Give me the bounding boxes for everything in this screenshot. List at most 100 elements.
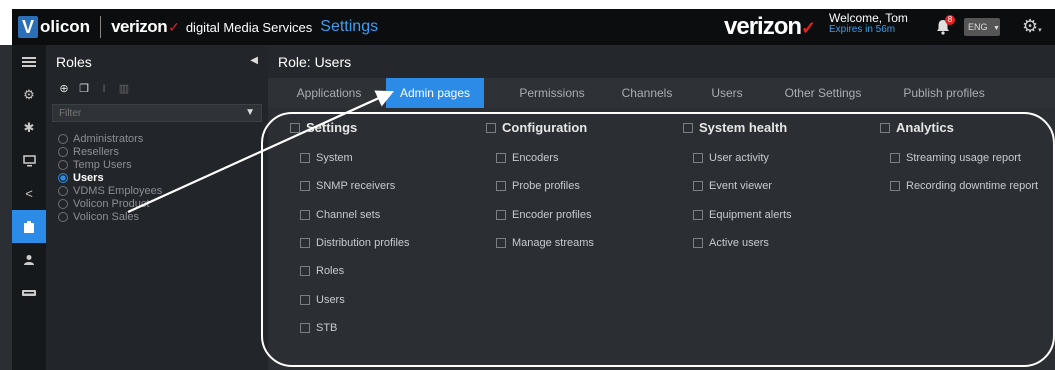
checkbox[interactable] [496, 209, 506, 220]
rail-card-button[interactable] [12, 276, 46, 309]
role-item[interactable]: Volicon Sales [58, 210, 268, 223]
checkbox[interactable] [300, 294, 310, 305]
checkbox[interactable] [693, 237, 703, 248]
group-checkbox-configuration[interactable]: Configuration [486, 120, 587, 135]
tab-permissions[interactable]: Permissions [504, 78, 600, 108]
role-item[interactable]: Resellers [58, 145, 268, 158]
permission-label: Channel sets [316, 208, 381, 221]
roles-title: Roles [56, 53, 92, 70]
permission-checkbox[interactable]: System [300, 152, 353, 164]
verizon-big-check-icon: ✓ [801, 18, 816, 38]
checkbox[interactable] [300, 209, 310, 220]
admin-pages-content: Settings System SNMP receivers Channel sets… [268, 108, 1055, 370]
verizon-brand-big: verizon [724, 13, 802, 40]
checkbox[interactable] [890, 153, 900, 163]
tab-publish-profiles[interactable]: Publish profiles [888, 78, 1000, 108]
permission-checkbox[interactable]: Encoders [496, 152, 558, 164]
icon-rail: ⚙ ✱ < [12, 45, 46, 370]
checkbox[interactable] [496, 237, 506, 248]
role-radio[interactable] [58, 172, 68, 183]
rail-share-button[interactable]: < [12, 177, 46, 210]
permission-checkbox[interactable]: Manage streams [496, 237, 594, 249]
role-radio[interactable] [58, 198, 68, 209]
funnel-icon[interactable]: ▼ [245, 107, 255, 118]
checkbox[interactable] [693, 181, 703, 192]
checkbox[interactable] [300, 266, 310, 277]
checkbox[interactable] [693, 153, 703, 163]
role-radio[interactable] [58, 159, 68, 170]
group-checkbox-analytics[interactable]: Analytics [880, 120, 954, 135]
copy-role-button[interactable]: ❐ [76, 82, 92, 96]
filter-input[interactable]: Filter ▼ [52, 104, 262, 122]
role-item[interactable]: Administrators [58, 132, 268, 145]
role-radio[interactable] [58, 211, 68, 222]
permission-checkbox[interactable]: Distribution profiles [300, 237, 410, 249]
permission-checkbox[interactable]: STB [300, 322, 337, 334]
collapse-panel-icon[interactable]: ◀ [250, 55, 258, 66]
checkbox[interactable] [300, 153, 310, 163]
permission-label: Roles [316, 265, 345, 278]
tab-applications[interactable]: Applications [284, 78, 374, 108]
tab-channels[interactable]: Channels [610, 78, 684, 108]
add-role-button[interactable]: ⊕ [56, 82, 72, 96]
delete-role-button[interactable]: ▥ [116, 82, 132, 96]
checkbox[interactable] [496, 153, 506, 163]
permission-checkbox[interactable]: Recording downtime report [890, 180, 1038, 192]
roles-panel: Roles ◀ ⊕ ❐ I ▥ Filter ▼ Administrators R… [46, 45, 268, 370]
tab-users[interactable]: Users [700, 78, 754, 108]
checkbox[interactable] [890, 181, 900, 192]
header-divider [100, 16, 102, 38]
checkbox[interactable] [290, 122, 300, 133]
checkbox[interactable] [693, 209, 703, 220]
menu-toggle-button[interactable] [12, 45, 46, 78]
checkbox[interactable] [300, 322, 310, 333]
role-item[interactable]: Users [58, 171, 268, 184]
role-radio[interactable] [58, 133, 68, 144]
permission-checkbox[interactable]: User activity [693, 152, 769, 164]
checkbox[interactable] [300, 237, 310, 248]
role-radio[interactable] [58, 185, 68, 196]
permission-checkbox[interactable]: Users [300, 294, 345, 306]
group-checkbox-system-health[interactable]: System health [683, 120, 787, 135]
role-radio[interactable] [58, 146, 68, 157]
rail-roles-button[interactable] [12, 210, 46, 243]
group-checkbox-settings[interactable]: Settings [290, 120, 357, 135]
tab-admin-pages[interactable]: Admin pages [386, 78, 484, 108]
permission-checkbox[interactable]: Roles [300, 265, 344, 277]
permission-label: Distribution profiles [316, 236, 410, 249]
rail-settings-button[interactable]: ⚙ [12, 78, 46, 111]
checkbox[interactable] [880, 122, 890, 133]
rail-plugins-button[interactable]: ✱ [12, 111, 46, 144]
permission-label: SNMP receivers [316, 180, 396, 193]
checkbox[interactable] [486, 122, 496, 133]
notifications-button[interactable]: 8 [934, 15, 955, 36]
settings-menu-button[interactable]: ⚙▾ [1022, 16, 1042, 37]
card-icon [22, 289, 36, 296]
permission-label: Encoder profiles [512, 208, 592, 221]
tab-other-settings[interactable]: Other Settings [768, 78, 878, 108]
permission-checkbox[interactable]: Streaming usage report [890, 152, 1021, 164]
permission-checkbox[interactable]: Equipment alerts [693, 209, 792, 221]
user-icon [24, 254, 34, 265]
permission-checkbox[interactable]: SNMP receivers [300, 180, 395, 192]
permission-checkbox[interactable]: Encoder profiles [496, 209, 592, 221]
role-item[interactable]: Temp Users [58, 158, 268, 171]
roles-header: Roles ◀ [46, 45, 268, 78]
permission-checkbox[interactable]: Channel sets [300, 209, 380, 221]
rename-role-button[interactable]: I [96, 82, 112, 96]
role-label: Resellers [73, 145, 119, 158]
rail-monitor-button[interactable] [12, 144, 46, 177]
permission-label: Recording downtime report [906, 180, 1039, 193]
rail-users-button[interactable] [12, 243, 46, 276]
checkbox[interactable] [683, 122, 693, 133]
permission-checkbox[interactable]: Active users [693, 237, 769, 249]
role-item[interactable]: Volicon Product [58, 197, 268, 210]
role-item[interactable]: VDMS Employees [58, 184, 268, 197]
checkbox[interactable] [496, 181, 506, 192]
permission-checkbox[interactable]: Event viewer [693, 180, 772, 192]
permission-checkbox[interactable]: Probe profiles [496, 180, 580, 192]
volicon-logo[interactable]: V olicon [18, 16, 90, 38]
language-select[interactable]: ENG ▼ [964, 18, 1000, 36]
checkbox[interactable] [300, 181, 310, 192]
gear-icon: ⚙ [1022, 16, 1039, 36]
